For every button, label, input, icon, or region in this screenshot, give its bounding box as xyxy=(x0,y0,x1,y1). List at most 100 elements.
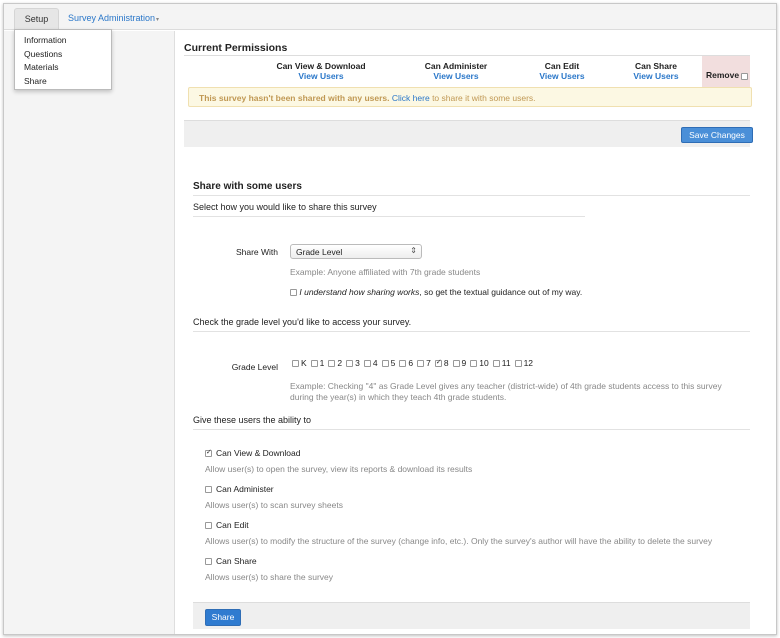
grade-checkbox[interactable] xyxy=(363,360,371,368)
grade-option: 12 xyxy=(514,358,534,368)
grade-checkbox[interactable] xyxy=(417,360,425,368)
perm-col-title: Can Administer xyxy=(424,61,488,71)
grade-checkbox[interactable] xyxy=(381,360,389,368)
share-with-label: Share With xyxy=(235,247,278,257)
grade-checkbox[interactable] xyxy=(328,360,336,368)
grade-option: 7 xyxy=(417,358,431,368)
grade-level-prompt: Check the grade level you'd like to acce… xyxy=(193,317,412,327)
perm-col-administer: Can Administer View Users xyxy=(416,61,496,81)
grade-label: 6 xyxy=(408,358,414,368)
view-download-checkbox[interactable] xyxy=(205,448,212,458)
alert-click-here-link[interactable]: Click here xyxy=(392,93,430,103)
alert-text: This survey hasn't been shared with any … xyxy=(199,93,390,103)
share-checkbox[interactable] xyxy=(205,558,212,566)
ability-description: Allow user(s) to open the survey, view i… xyxy=(205,464,473,474)
ability-description: Allows user(s) to modify the structure o… xyxy=(205,536,713,546)
grade-label: 12 xyxy=(523,358,534,368)
current-permissions-heading: Current Permissions xyxy=(184,42,288,54)
perm-col-edit: Can Edit View Users xyxy=(532,61,592,81)
not-shared-alert: This survey hasn't been shared with any … xyxy=(188,87,752,107)
grade-checkbox[interactable] xyxy=(470,360,478,368)
perm-col-title: Can View & Download xyxy=(276,61,366,71)
ability-label: Can View & Download xyxy=(216,448,301,458)
permissions-table-header: Can View & Download View Users Can Admin… xyxy=(184,55,750,87)
grade-option: K xyxy=(292,358,307,368)
grade-checkbox[interactable] xyxy=(492,360,500,368)
grade-option: 10 xyxy=(470,358,489,368)
edit-checkbox[interactable] xyxy=(205,522,212,530)
grade-level-hint: Example: Checking "4" as Grade Level giv… xyxy=(290,381,722,403)
grade-option: 11 xyxy=(492,358,511,368)
ability-view-download: Can View & Download xyxy=(205,448,300,458)
share-with-value: Grade Level xyxy=(296,247,343,257)
grade-checkbox[interactable] xyxy=(514,360,522,368)
menu-item-information[interactable]: Information xyxy=(24,34,111,48)
grade-checkbox[interactable] xyxy=(292,360,299,368)
share-button[interactable]: Share xyxy=(205,609,241,626)
grade-label: 7 xyxy=(426,358,431,368)
divider xyxy=(193,195,750,196)
view-users-link[interactable]: View Users xyxy=(532,71,592,81)
share-heading: Share with some users xyxy=(193,181,302,192)
ability-description: Allows user(s) to scan survey sheets xyxy=(205,500,343,510)
share-bar: Share xyxy=(193,602,750,629)
remove-all-checkbox[interactable] xyxy=(741,73,748,80)
grade-option: 8 xyxy=(434,358,449,368)
ability-label: Can Share xyxy=(216,556,257,566)
alert-suffix: to share it with some users. xyxy=(432,93,536,103)
grade-option: 4 xyxy=(363,358,378,368)
select-share-prompt: Select how you would like to share this … xyxy=(193,202,377,212)
divider xyxy=(193,331,750,332)
grade-label: 5 xyxy=(390,358,396,368)
menu-item-share[interactable]: Share xyxy=(24,75,111,89)
grade-level-label: Grade Level xyxy=(231,362,278,372)
ability-label: Can Administer xyxy=(216,484,274,494)
grade-label: K xyxy=(301,358,307,368)
grade-option: 9 xyxy=(452,358,467,368)
menu-item-questions[interactable]: Questions xyxy=(24,48,111,62)
perm-col-title: Can Edit xyxy=(544,61,580,71)
grade-label: 1 xyxy=(319,358,325,368)
ability-edit: Can Edit xyxy=(205,520,249,530)
setup-dropdown-menu: Information Questions Materials Share xyxy=(14,29,112,90)
grade-label: 10 xyxy=(479,358,489,368)
grade-hint-line-2: during the year(s) in which they teach 4… xyxy=(290,392,507,402)
understand-sharing-option: I understand how sharing works, so get t… xyxy=(290,287,582,297)
menu-item-materials[interactable]: Materials xyxy=(24,61,111,75)
app-window: Setup Survey Administration▾ Information… xyxy=(3,3,777,635)
share-with-select[interactable]: Grade Level ⇕ xyxy=(290,244,422,259)
grade-option: 1 xyxy=(310,358,325,368)
perm-col-title: Can Share xyxy=(634,61,678,71)
grade-checkbox[interactable] xyxy=(346,360,354,368)
view-users-link[interactable]: View Users xyxy=(416,71,496,81)
grade-label: 4 xyxy=(372,358,378,368)
grade-checkbox[interactable] xyxy=(434,358,442,368)
view-users-link[interactable]: View Users xyxy=(266,71,376,81)
understand-italic-text: I understand how sharing works xyxy=(299,287,420,297)
ability-administer: Can Administer xyxy=(205,484,274,494)
tab-setup[interactable]: Setup xyxy=(14,8,59,30)
top-nav: Setup Survey Administration▾ xyxy=(4,4,776,30)
grade-checkbox[interactable] xyxy=(310,360,318,368)
tab-survey-administration[interactable]: Survey Administration▾ xyxy=(64,8,163,30)
grade-checkbox[interactable] xyxy=(399,360,407,368)
main-content: Current Permissions Can View & Download … xyxy=(176,31,776,634)
administer-checkbox[interactable] xyxy=(205,486,212,494)
grade-level-checkboxes: K123456789101112 xyxy=(292,358,537,368)
ability-description: Allows user(s) to share the survey xyxy=(205,572,334,582)
caret-down-icon: ▾ xyxy=(156,17,160,23)
ability-share: Can Share xyxy=(205,556,257,566)
divider xyxy=(193,216,585,217)
understand-sharing-checkbox[interactable] xyxy=(290,289,297,297)
view-users-link[interactable]: View Users xyxy=(626,71,686,81)
save-changes-button[interactable]: Save Changes xyxy=(681,127,753,143)
understand-rest-text: , so get the textual guidance out of my … xyxy=(419,287,583,297)
sidebar xyxy=(4,31,175,634)
share-with-hint: Example: Anyone affiliated with 7th grad… xyxy=(290,267,481,277)
grade-label: 8 xyxy=(443,358,449,368)
save-bar: Save Changes xyxy=(184,120,753,147)
grade-label: 11 xyxy=(501,358,511,368)
grade-label: 9 xyxy=(461,358,467,368)
remove-label: Remove xyxy=(706,70,740,80)
grade-checkbox[interactable] xyxy=(452,360,460,368)
